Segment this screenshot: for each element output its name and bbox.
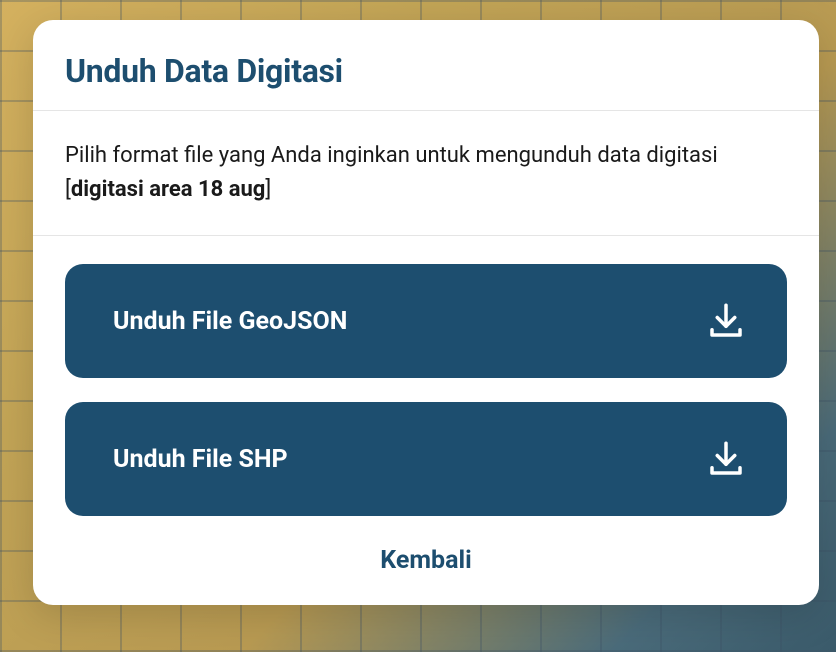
modal-header: Unduh Data Digitasi (33, 20, 819, 111)
modal-body: Unduh File GeoJSON Unduh File SHP Kembal… (33, 236, 819, 605)
description-text: Pilih format file yang Anda inginkan unt… (65, 139, 787, 207)
description-strong: digitasi area 18 aug (71, 177, 266, 202)
modal-title: Unduh Data Digitasi (65, 52, 787, 90)
back-button[interactable]: Kembali (65, 542, 787, 579)
download-shp-label: Unduh File SHP (113, 445, 288, 474)
download-icon (705, 438, 747, 480)
description-suffix: ] (265, 177, 271, 202)
download-geojson-button[interactable]: Unduh File GeoJSON (65, 264, 787, 378)
modal-description: Pilih format file yang Anda inginkan unt… (33, 111, 819, 236)
download-shp-button[interactable]: Unduh File SHP (65, 402, 787, 516)
download-modal: Unduh Data Digitasi Pilih format file ya… (33, 20, 819, 605)
download-icon (705, 300, 747, 342)
download-geojson-label: Unduh File GeoJSON (113, 307, 347, 336)
